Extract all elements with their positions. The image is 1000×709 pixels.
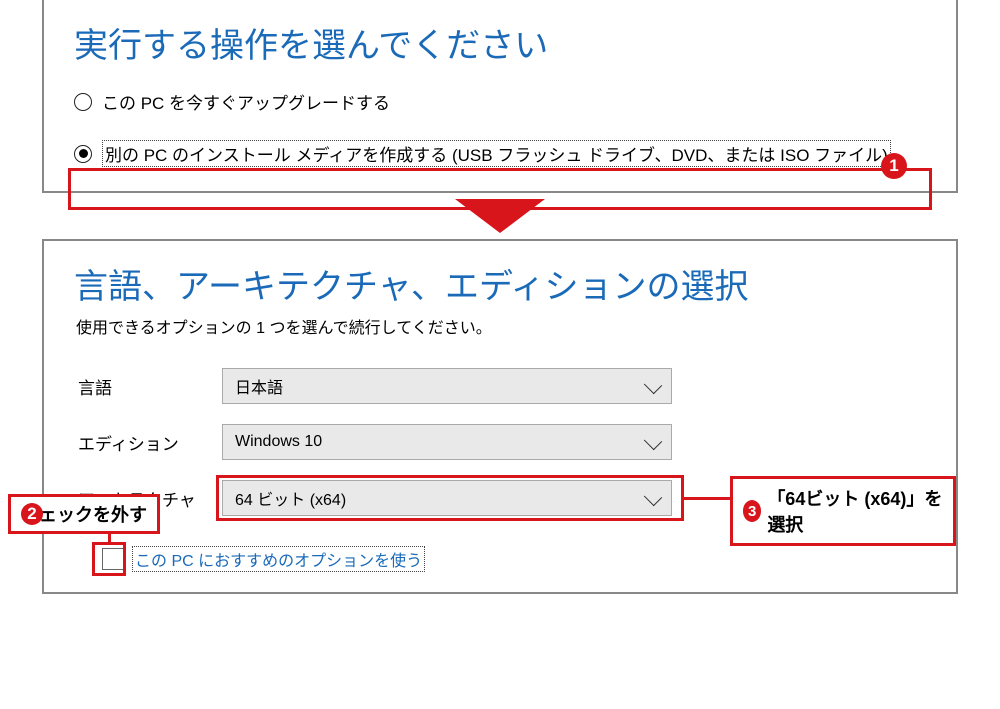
checkbox-recommended[interactable] bbox=[102, 548, 124, 570]
panel2-heading: 言語、アーキテクチャ、エディションの選択 bbox=[44, 241, 956, 314]
chevron-down-icon bbox=[647, 380, 659, 392]
radio-upgrade-now[interactable]: この PC を今すぐアップグレードする bbox=[44, 83, 956, 120]
badge-3: 3 bbox=[743, 500, 761, 522]
arrow-down-icon bbox=[455, 199, 545, 233]
label-edition: エディション bbox=[78, 430, 198, 455]
radio-icon bbox=[74, 145, 92, 163]
callout-note-2: 2 チェックを外す bbox=[8, 494, 160, 534]
chevron-down-icon bbox=[647, 492, 659, 504]
radio-icon bbox=[74, 93, 92, 111]
row-recommended-checkbox: 2 チェックを外す この PC におすすめのオプションを使う bbox=[44, 534, 956, 572]
label-language: 言語 bbox=[78, 374, 198, 399]
row-language: 言語 日本語 bbox=[44, 358, 956, 414]
checkbox-recommended-label: この PC におすすめのオプションを使う bbox=[132, 546, 425, 572]
badge-2: 2 bbox=[21, 503, 43, 525]
radio-media-label: 別の PC のインストール メディアを作成する (USB フラッシュ ドライブ、… bbox=[102, 140, 891, 167]
select-language[interactable]: 日本語 bbox=[222, 368, 672, 404]
callout-connector-3 bbox=[684, 497, 730, 500]
panel-select-options: 言語、アーキテクチャ、エディションの選択 使用できるオプションの 1 つを選んで… bbox=[42, 239, 958, 594]
radio-upgrade-label: この PC を今すぐアップグレードする bbox=[102, 89, 390, 114]
panel1-heading: 実行する操作を選んでください bbox=[44, 0, 956, 83]
select-architecture[interactable]: 64 ビット (x64) bbox=[222, 480, 672, 516]
select-language-value: 日本語 bbox=[235, 374, 283, 398]
chevron-down-icon bbox=[647, 436, 659, 448]
row-architecture: アーキテクチャ 64 ビット (x64) 3 「64ビット (x64)」を選択 bbox=[44, 470, 956, 526]
row-edition: エディション Windows 10 bbox=[44, 414, 956, 470]
select-edition[interactable]: Windows 10 bbox=[222, 424, 672, 460]
panel2-subtext: 使用できるオプションの 1 つを選んで続行してください。 bbox=[44, 314, 956, 358]
panel-select-action: 実行する操作を選んでください この PC を今すぐアップグレードする 別の PC… bbox=[42, 0, 958, 193]
select-architecture-value: 64 ビット (x64) bbox=[235, 486, 346, 510]
select-edition-value: Windows 10 bbox=[235, 433, 322, 451]
note-3-text: 「64ビット (x64)」を選択 bbox=[767, 485, 943, 537]
radio-create-media[interactable]: 別の PC のインストール メディアを作成する (USB フラッシュ ドライブ、… bbox=[44, 134, 956, 173]
